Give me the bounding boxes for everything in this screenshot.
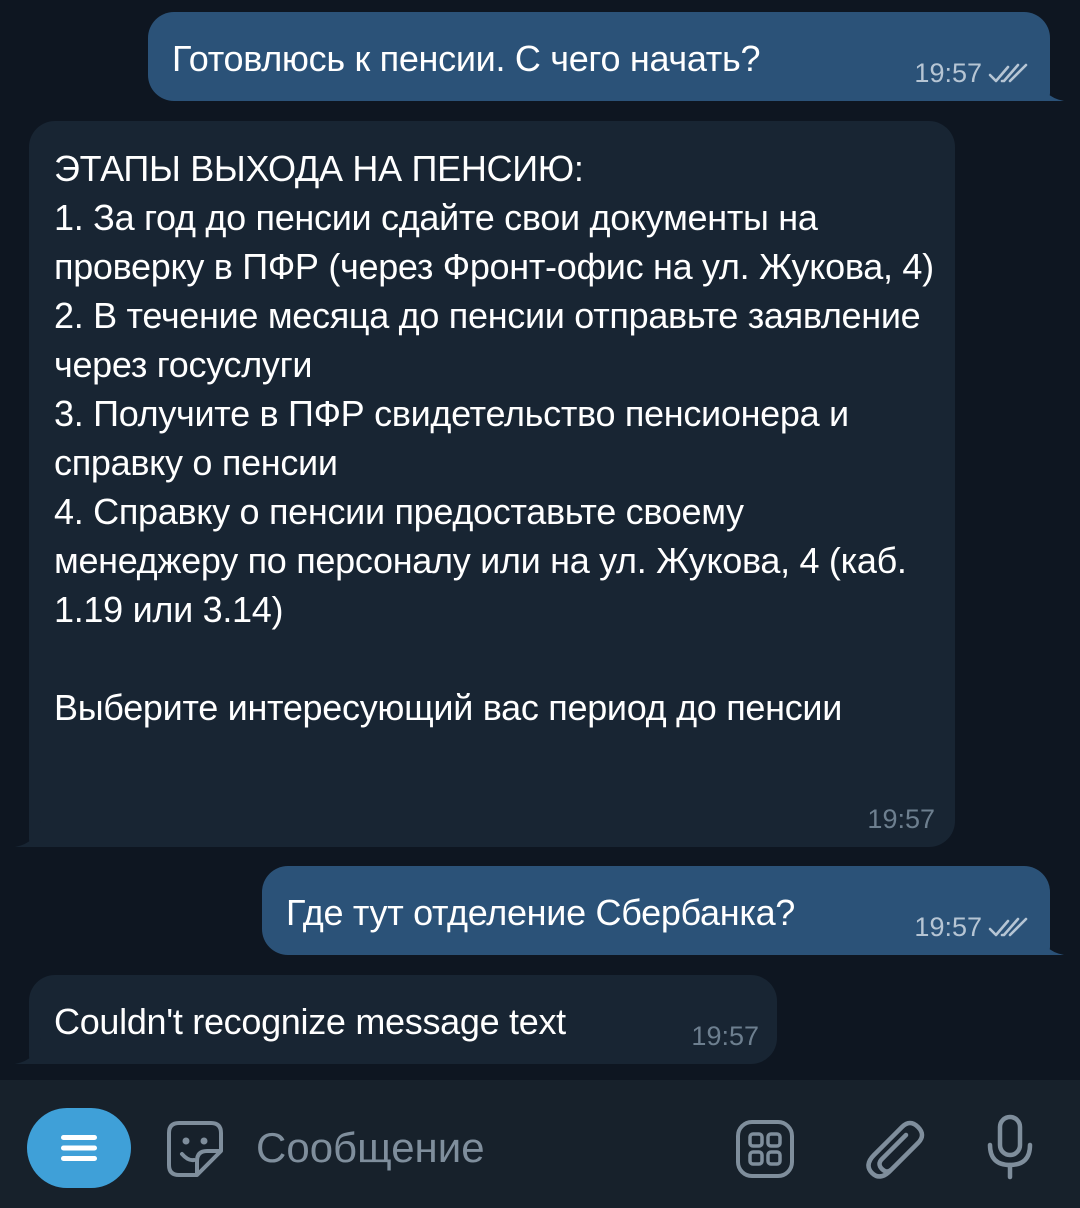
message-meta: 19:57 [867, 804, 935, 835]
bubble-tail [1038, 75, 1064, 101]
attach-button[interactable] [855, 1110, 931, 1186]
double-check-icon [988, 917, 1028, 936]
bot-keyboard-icon [736, 1120, 794, 1178]
microphone-icon [987, 1114, 1033, 1180]
paperclip-icon [866, 1120, 925, 1179]
message-text: Где тут отделение Сбербанка? [286, 892, 796, 933]
message-text: Couldn't recognize message text [54, 1001, 566, 1042]
message-composer [0, 1080, 1080, 1208]
outgoing-message[interactable]: Где тут отделение Сбербанка? 19:57 [262, 866, 1064, 955]
menu-icon [61, 1135, 97, 1161]
chat-history[interactable]: Готовлюсь к пенсии. С чего начать? 19:57… [0, 0, 1080, 1080]
message-meta: 19:57 [914, 912, 1028, 943]
bubble-tail [15, 1038, 41, 1064]
bubble-tail [1038, 929, 1064, 955]
sticker-button[interactable] [160, 1114, 230, 1184]
bot-menu-button[interactable] [27, 1108, 131, 1188]
message-time: 19:57 [867, 804, 935, 834]
message-input[interactable] [256, 1120, 696, 1176]
message-text: ЭТАПЫ ВЫХОДА НА ПЕНСИЮ: 1. За год до пен… [54, 148, 934, 728]
message-text: Готовлюсь к пенсии. С чего начать? [172, 38, 761, 79]
double-check-icon [988, 63, 1028, 82]
incoming-message[interactable]: ЭТАПЫ ВЫХОДА НА ПЕНСИЮ: 1. За год до пен… [15, 121, 955, 847]
bubble-tail [15, 821, 41, 847]
bot-keyboard-button[interactable] [730, 1114, 800, 1184]
microphone-button[interactable] [978, 1110, 1042, 1186]
message-time: 19:57 [691, 1021, 759, 1051]
incoming-message[interactable]: Couldn't recognize message text 19:57 [15, 975, 777, 1064]
message-meta: 19:57 [914, 58, 1028, 89]
message-time: 19:57 [914, 58, 982, 88]
message-meta: 19:57 [691, 1021, 759, 1052]
outgoing-message[interactable]: Готовлюсь к пенсии. С чего начать? 19:57 [148, 12, 1064, 101]
message-time: 19:57 [914, 912, 982, 942]
sticker-icon [167, 1121, 223, 1177]
